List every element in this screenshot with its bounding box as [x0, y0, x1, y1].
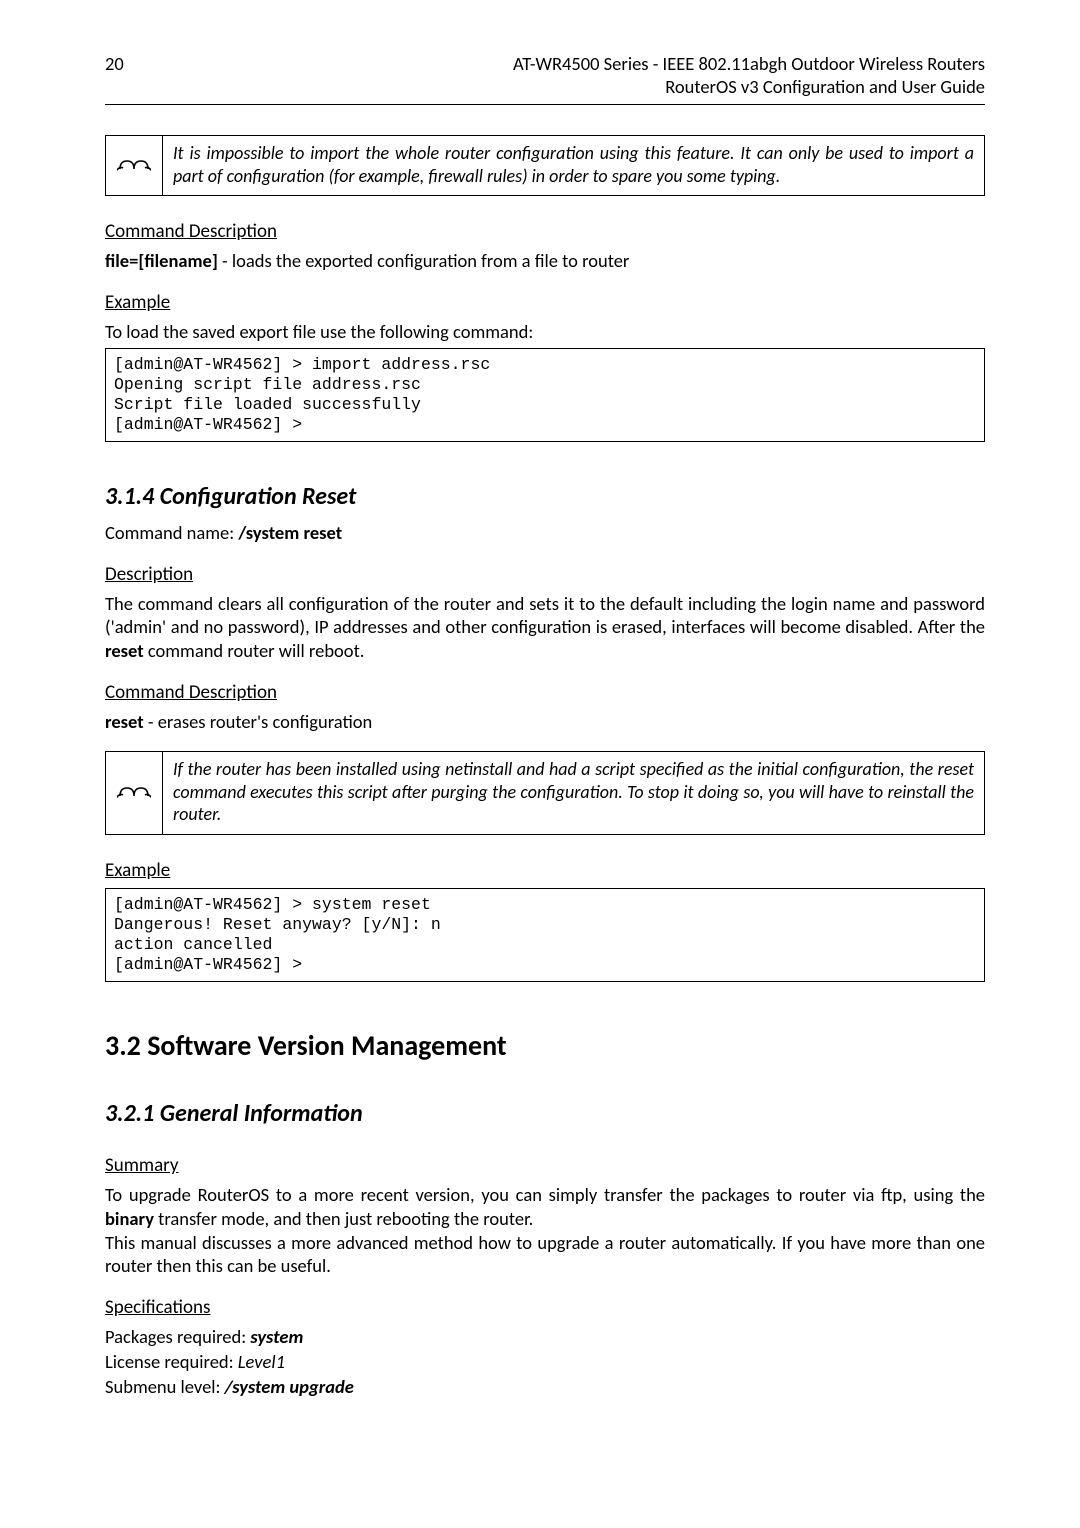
command-description-heading: Command Description — [105, 220, 985, 243]
note-text: If the router has been installed using n… — [163, 752, 984, 834]
command-name-line: Command name: /system reset — [105, 521, 985, 545]
section-3-1-4-heading: 3.1.4 Configuration Reset — [105, 482, 985, 511]
reset-param-label: reset — [105, 710, 144, 733]
summary-paragraph-1: To upgrade RouterOS to a more recent ver… — [105, 1183, 985, 1230]
header-line-2: RouterOS v3 Configuration and User Guide — [513, 75, 985, 98]
code-example-import: [admin@AT-WR4562] > import address.rsc O… — [105, 348, 985, 443]
summary-p1b: transfer mode, and then just rebooting t… — [154, 1207, 533, 1230]
spec-license: License required: Level1 — [105, 1350, 985, 1375]
spec-lic-label: License required: — [105, 1350, 238, 1373]
reset-param-text: - erases router's configuration — [144, 710, 373, 733]
spec-sub-label: Submenu level: — [105, 1375, 225, 1398]
spec-pkg-value: system — [250, 1325, 303, 1348]
note-box-import: It is impossible to import the whole rou… — [105, 135, 985, 196]
spec-packages: Packages required: system — [105, 1325, 985, 1350]
summary-heading: Summary — [105, 1154, 985, 1177]
reset-param-description: reset - erases router's configuration — [105, 710, 985, 734]
spec-sub-value: /system upgrade — [225, 1375, 354, 1398]
note-icon — [106, 136, 163, 195]
section-3-2-1-heading: 3.2.1 General Information — [105, 1099, 985, 1128]
page-number: 20 — [105, 52, 124, 75]
summary-paragraph-2: This manual discusses a more advanced me… — [105, 1231, 985, 1278]
note-box-reset: If the router has been installed using n… — [105, 751, 985, 835]
note-icon — [106, 752, 163, 834]
summary-p1a: To upgrade RouterOS to a more recent ver… — [105, 1183, 985, 1206]
reset-desc-part1: The command clears all configuration of … — [105, 592, 985, 639]
command-name-label: Command name: — [105, 521, 238, 544]
example-heading-2: Example — [105, 859, 985, 882]
section-3-2-heading: 3.2 Software Version Management — [105, 1028, 985, 1063]
summary-binary: binary — [105, 1207, 154, 1230]
file-param-text: - loads the exported configuration from … — [218, 249, 630, 272]
reset-description: The command clears all configuration of … — [105, 592, 985, 663]
spec-lic-value: Level1 — [238, 1350, 285, 1373]
command-name-value: /system reset — [238, 521, 342, 544]
eyeglasses-icon — [117, 155, 151, 177]
note-text: It is impossible to import the whole rou… — [163, 136, 984, 195]
reset-desc-part2: command router will reboot. — [144, 639, 365, 662]
command-description-heading-2: Command Description — [105, 681, 985, 704]
specifications-heading: Specifications — [105, 1296, 985, 1319]
example-intro: To load the saved export file use the fo… — [105, 320, 985, 344]
spec-pkg-label: Packages required: — [105, 1325, 250, 1348]
reset-keyword: reset — [105, 639, 144, 662]
file-param-label: file=[filename] — [105, 249, 218, 272]
example-heading: Example — [105, 291, 985, 314]
file-param-description: file=[filename] - loads the exported con… — [105, 249, 985, 273]
header-title: AT-WR4500 Series - IEEE 802.11abgh Outdo… — [513, 52, 985, 98]
eyeglasses-icon — [117, 782, 151, 804]
page-header: 20 AT-WR4500 Series - IEEE 802.11abgh Ou… — [105, 52, 985, 105]
description-heading: Description — [105, 563, 985, 586]
code-example-reset: [admin@AT-WR4562] > system reset Dangero… — [105, 888, 985, 983]
spec-submenu: Submenu level: /system upgrade — [105, 1375, 985, 1400]
header-line-1: AT-WR4500 Series - IEEE 802.11abgh Outdo… — [513, 52, 985, 75]
